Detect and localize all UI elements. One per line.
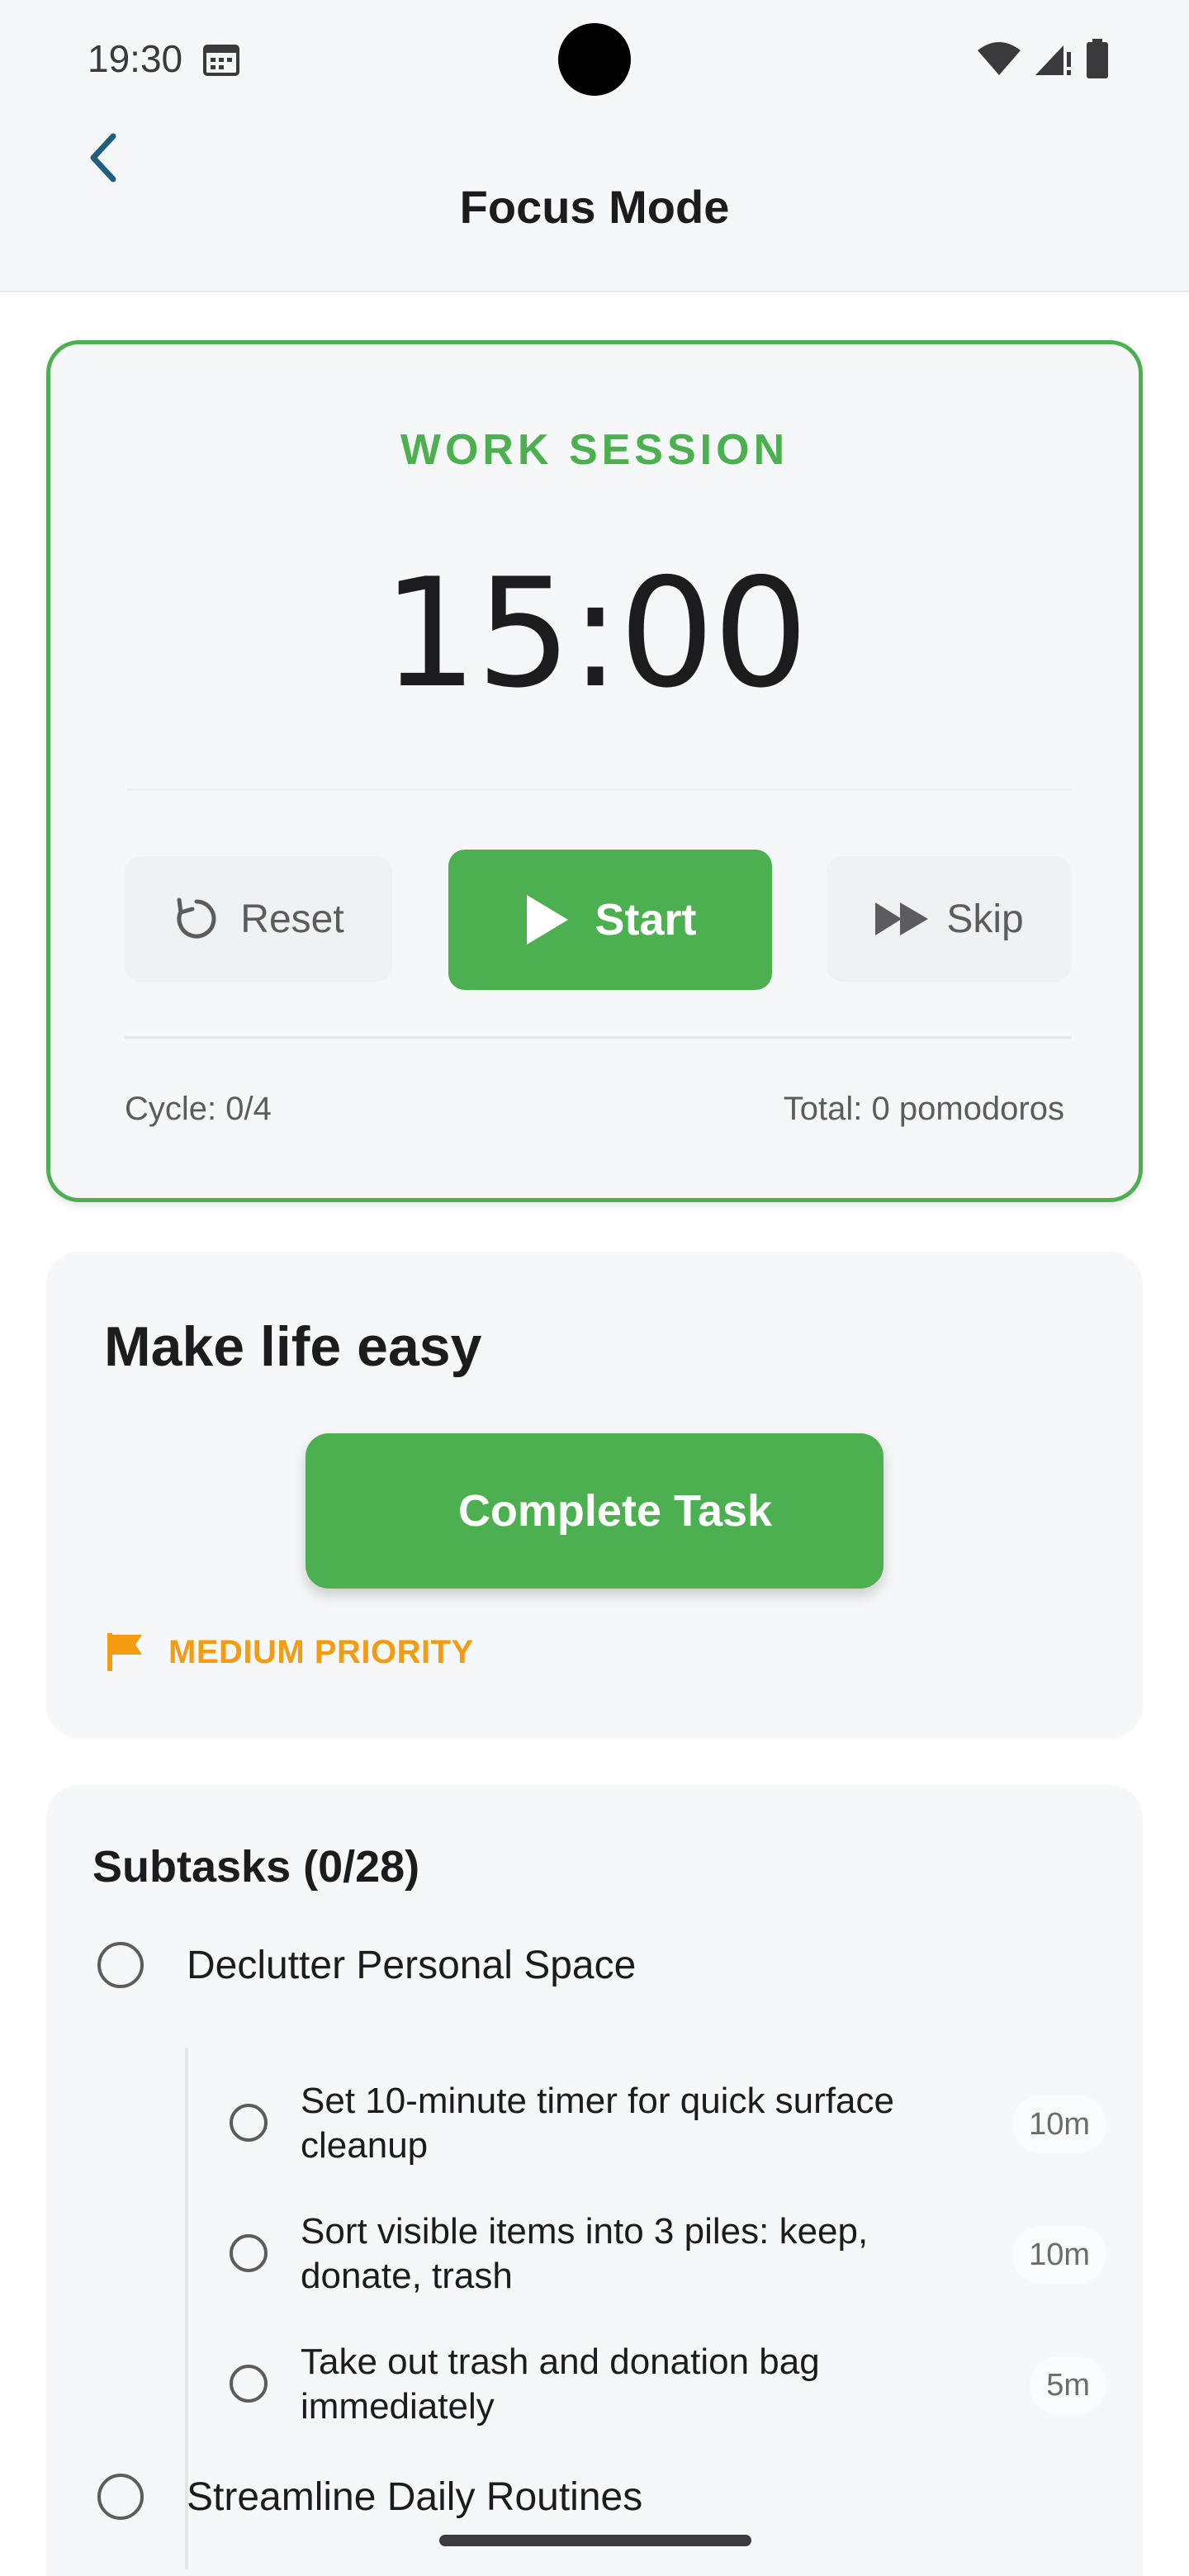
status-icons (976, 38, 1110, 79)
subtask-group[interactable]: Streamline Daily Routines (97, 2474, 642, 2520)
camera-cutout (558, 23, 631, 96)
priority-label: MEDIUM PRIORITY (168, 1633, 474, 1670)
subtask-text: Sort visible items into 3 piles: keep, d… (301, 2211, 869, 2296)
skip-label: Skip (946, 897, 1024, 941)
subtask-checkbox[interactable] (230, 2365, 268, 2403)
duration-badge: 10m (1012, 2226, 1106, 2284)
page-title: Focus Mode (459, 181, 730, 233)
reset-icon (177, 897, 216, 939)
status-bar: 19:30 (0, 0, 1189, 116)
timer-card: WORK SESSION 15:00 Reset Start Skip Cycl… (46, 340, 1143, 1202)
subtask-text: Set 10-minute timer for quick surface cl… (301, 2081, 894, 2166)
subtask-group[interactable]: Declutter Personal Space (97, 1942, 636, 1988)
timer-divider (126, 788, 1071, 791)
skip-button[interactable]: Skip (827, 856, 1071, 982)
total-pomodoros: Total: 0 pomodoros (783, 1091, 1064, 1127)
group-label: Streamline Daily Routines (187, 2474, 643, 2519)
duration-badge: 10m (1012, 2095, 1106, 2153)
start-button[interactable]: Start (448, 850, 772, 990)
subtask-text: Take out trash and donation bag immediat… (301, 2342, 820, 2427)
timer-display: 15:00 (381, 546, 809, 721)
duration-badge: 5m (1030, 2356, 1106, 2414)
fast-forward-icon (875, 902, 929, 935)
subtask-checkbox[interactable] (230, 2104, 268, 2142)
calendar-icon (203, 45, 239, 76)
subtask-item[interactable]: Set 10-minute timer for quick surface cl… (230, 2076, 1106, 2171)
group-label: Declutter Personal Space (187, 1943, 637, 1987)
home-indicator[interactable] (439, 2535, 751, 2546)
signal-icon (1035, 45, 1071, 75)
session-label: WORK SESSION (400, 426, 789, 474)
start-label: Start (594, 895, 697, 945)
reset-button[interactable]: Reset (125, 856, 392, 982)
priority-badge: MEDIUM PRIORITY (106, 1631, 474, 1673)
battery-icon (1087, 39, 1108, 78)
flag-icon (107, 1633, 142, 1671)
group-checkbox[interactable] (97, 1942, 144, 1988)
subtask-item[interactable]: Sort visible items into 3 piles: keep, d… (230, 2206, 1106, 2302)
task-title: Make life easy (104, 1315, 482, 1378)
subtask-checkbox[interactable] (230, 2234, 268, 2272)
subtasks-card: Subtasks (0/28) Declutter Personal Space… (46, 1785, 1143, 2576)
cycle-counter: Cycle: 0/4 (125, 1091, 272, 1127)
wifi-icon (978, 42, 1021, 75)
complete-task-button[interactable]: Complete Task (306, 1433, 883, 1589)
subtasks-heading: Subtasks (0/28) (92, 1842, 420, 1892)
status-time: 19:30 (88, 37, 183, 80)
play-icon (527, 895, 569, 945)
reset-label: Reset (240, 897, 344, 941)
group-checkbox[interactable] (97, 2474, 144, 2520)
task-card: Make life easy Complete Task MEDIUM PRIO… (46, 1252, 1143, 1739)
chevron-left-icon (90, 133, 116, 182)
stats-divider (125, 1036, 1071, 1039)
subtask-item[interactable]: Take out trash and donation bag immediat… (230, 2337, 1106, 2432)
app-bar: Focus Mode (0, 116, 1189, 292)
